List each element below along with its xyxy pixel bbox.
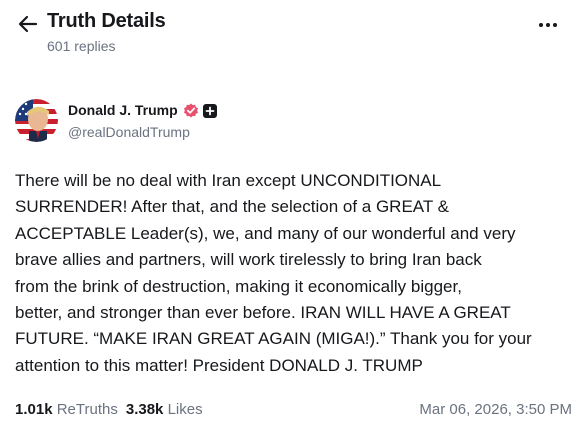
post-text-line: attention to this matter! President DONA…: [15, 355, 423, 375]
retruths-label: ReTruths: [56, 401, 118, 418]
post-body: There will be no deal with Iran except U…: [15, 168, 577, 379]
post-text-line: better, and stronger than ever before. I…: [15, 303, 511, 323]
post-text-line: FUTURE. “MAKE IRAN GREAT AGAIN (MIGA!).”…: [15, 329, 532, 349]
likes-label: Likes: [167, 401, 203, 418]
post-text-line: ACCEPTABLE Leader(s), we, and many of ou…: [15, 223, 516, 243]
author-name[interactable]: Donald J. Trump: [68, 102, 178, 118]
arrow-left-icon: [18, 15, 38, 33]
more-horizontal-icon: [539, 23, 557, 27]
post-text-line: from the brink of destruction, making it…: [15, 276, 462, 296]
plus-square-icon[interactable]: [203, 104, 217, 118]
avatar[interactable]: [15, 99, 58, 142]
post-timestamp: Mar 06, 2026, 3:50 PM: [419, 401, 572, 418]
reply-count: 601 replies: [47, 38, 116, 54]
likes-link[interactable]: 3.38k Likes: [126, 401, 203, 418]
verified-badge-icon: [184, 103, 198, 118]
retruths-link[interactable]: 1.01k ReTruths: [15, 401, 118, 418]
back-button[interactable]: [16, 12, 40, 36]
author-handle[interactable]: @realDonaldTrump: [68, 124, 190, 140]
page-title: Truth Details: [47, 10, 166, 32]
likes-count: 3.38k: [125, 401, 164, 418]
post-text-line: There will be no deal with Iran except U…: [15, 171, 442, 190]
post-text-line: brave allies and partners, will work tir…: [15, 250, 482, 270]
post-text-line: SURRENDER! After that, and the selection…: [15, 197, 450, 217]
post-stats: 1.01k ReTruths 3.38k Likes: [15, 401, 203, 418]
page-header: Truth Details 601 replies: [0, 0, 586, 72]
retruths-count: 1.01k: [15, 401, 53, 418]
more-options-button[interactable]: [534, 13, 562, 37]
